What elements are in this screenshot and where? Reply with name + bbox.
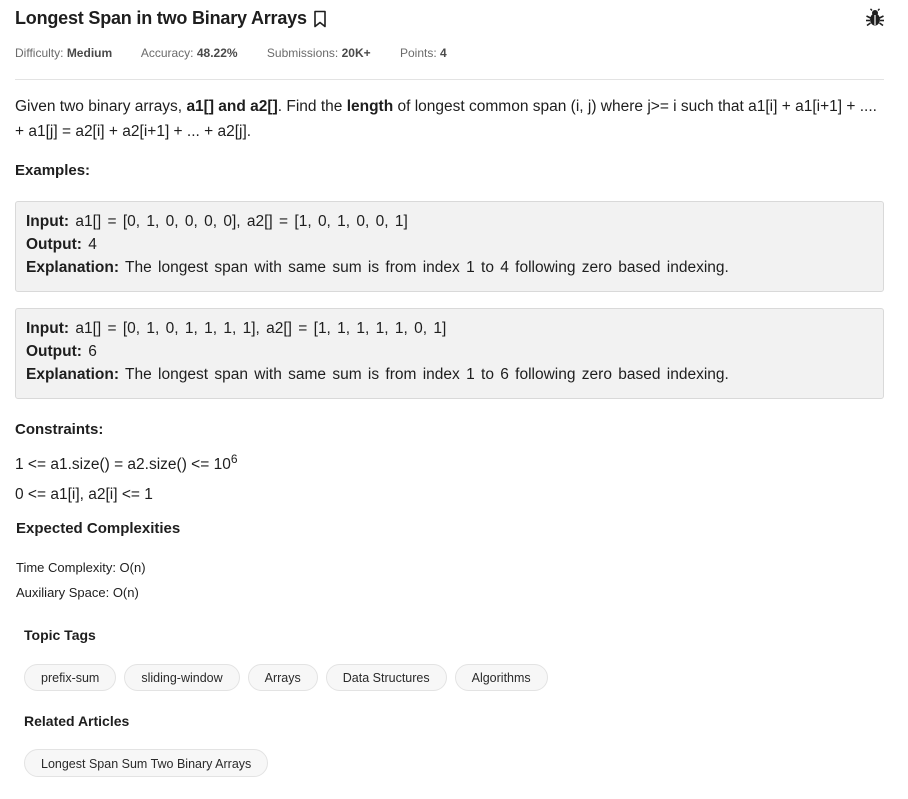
submissions-label: Submissions: [266,46,339,60]
output-value: 6 [81,343,97,360]
problem-title: Longest Span in two Binary Arrays [15,8,307,28]
explanation-value: The longest span with same sum is from i… [119,366,729,383]
constraint-size-text: 1 <= a1.size() = a2.size() <= 10 [15,456,231,473]
problem-page: Longest Span in two Binary Arrays Diffic… [0,0,908,799]
statement-arrays: a1[] and a2[] [186,98,278,115]
related-articles-heading: Related Articles [24,713,130,729]
difficulty-label: Difficulty: [15,46,64,60]
points-value: 4 [440,46,447,60]
accuracy-label: Accuracy: [140,46,194,60]
related-article-link[interactable]: Longest Span Sum Two Binary Arrays [24,749,269,777]
constraints-list: 1 <= a1.size() = a2.size() <= 106 0 <= a… [15,450,238,510]
difficulty-value: Medium [66,46,113,60]
constraint-size-exponent: 6 [230,452,238,466]
submissions-value: 20K+ [341,46,371,60]
explanation-value: The longest span with same sum is from i… [119,259,729,276]
topic-tags-heading: Topic Tags [24,627,96,643]
output-label: Output: [26,236,82,253]
statement-length: length [346,98,394,115]
constraint-values: 0 <= a1[i], a2[i] <= 1 [15,486,153,503]
tag-prefix-sum[interactable]: prefix-sum [24,664,117,691]
tag-algorithms[interactable]: Algorithms [454,664,548,691]
example-box-1: Input: a1[] = [0, 1, 0, 0, 0, 0], a2[] =… [15,201,884,292]
example-explanation: Explanation: The longest span with same … [26,256,873,279]
tag-data-structures[interactable]: Data Structures [325,664,447,691]
topic-tags: prefix-sum sliding-window Arrays Data St… [24,664,548,691]
example-input: Input: a1[] = [0, 1, 0, 0, 0, 0], a2[] =… [26,210,873,233]
title-row: Longest Span in two Binary Arrays [15,8,885,34]
divider [15,79,884,80]
example-box-2: Input: a1[] = [0, 1, 0, 1, 1, 1, 1], a2[… [15,308,884,399]
output-label: Output: [26,343,82,360]
input-label: Input: [26,320,70,337]
space-complexity: Auxiliary Space: O(n) [16,585,139,600]
constraints-heading: Constraints: [15,421,104,438]
example-input: Input: a1[] = [0, 1, 0, 1, 1, 1, 1], a2[… [26,317,873,340]
problem-meta: Difficulty: Medium Accuracy: 48.22% Subm… [15,46,473,60]
complexities-heading: Expected Complexities [16,520,181,537]
time-complexity: Time Complexity: O(n) [16,560,146,575]
problem-statement: Given two binary arrays, a1[] and a2[]. … [15,94,885,144]
output-value: 4 [81,236,97,253]
bug-icon[interactable] [865,8,885,28]
bookmark-icon[interactable] [313,10,327,28]
tag-arrays[interactable]: Arrays [247,664,318,691]
accuracy-value: 48.22% [196,46,238,60]
example-explanation: Explanation: The longest span with same … [26,363,873,386]
example-output: Output: 6 [26,340,873,363]
examples-heading: Examples: [15,162,91,179]
input-value: a1[] = [0, 1, 0, 0, 0, 0], a2[] = [1, 0,… [69,213,408,230]
input-value: a1[] = [0, 1, 0, 1, 1, 1, 1], a2[] = [1,… [69,320,447,337]
explanation-label: Explanation: [26,259,120,276]
tag-sliding-window[interactable]: sliding-window [124,664,240,691]
points: Points: 4 [400,46,447,60]
accuracy: Accuracy: 48.22% [141,46,238,60]
points-label: Points: [400,46,437,60]
difficulty: Difficulty: Medium [15,46,112,60]
submissions: Submissions: 20K+ [267,46,371,60]
statement-text: Given two binary arrays, [15,98,187,115]
statement-text: . Find the [277,98,347,115]
input-label: Input: [26,213,70,230]
explanation-label: Explanation: [26,366,120,383]
example-output: Output: 4 [26,233,873,256]
constraint-size: 1 <= a1.size() = a2.size() <= 106 [15,450,238,480]
